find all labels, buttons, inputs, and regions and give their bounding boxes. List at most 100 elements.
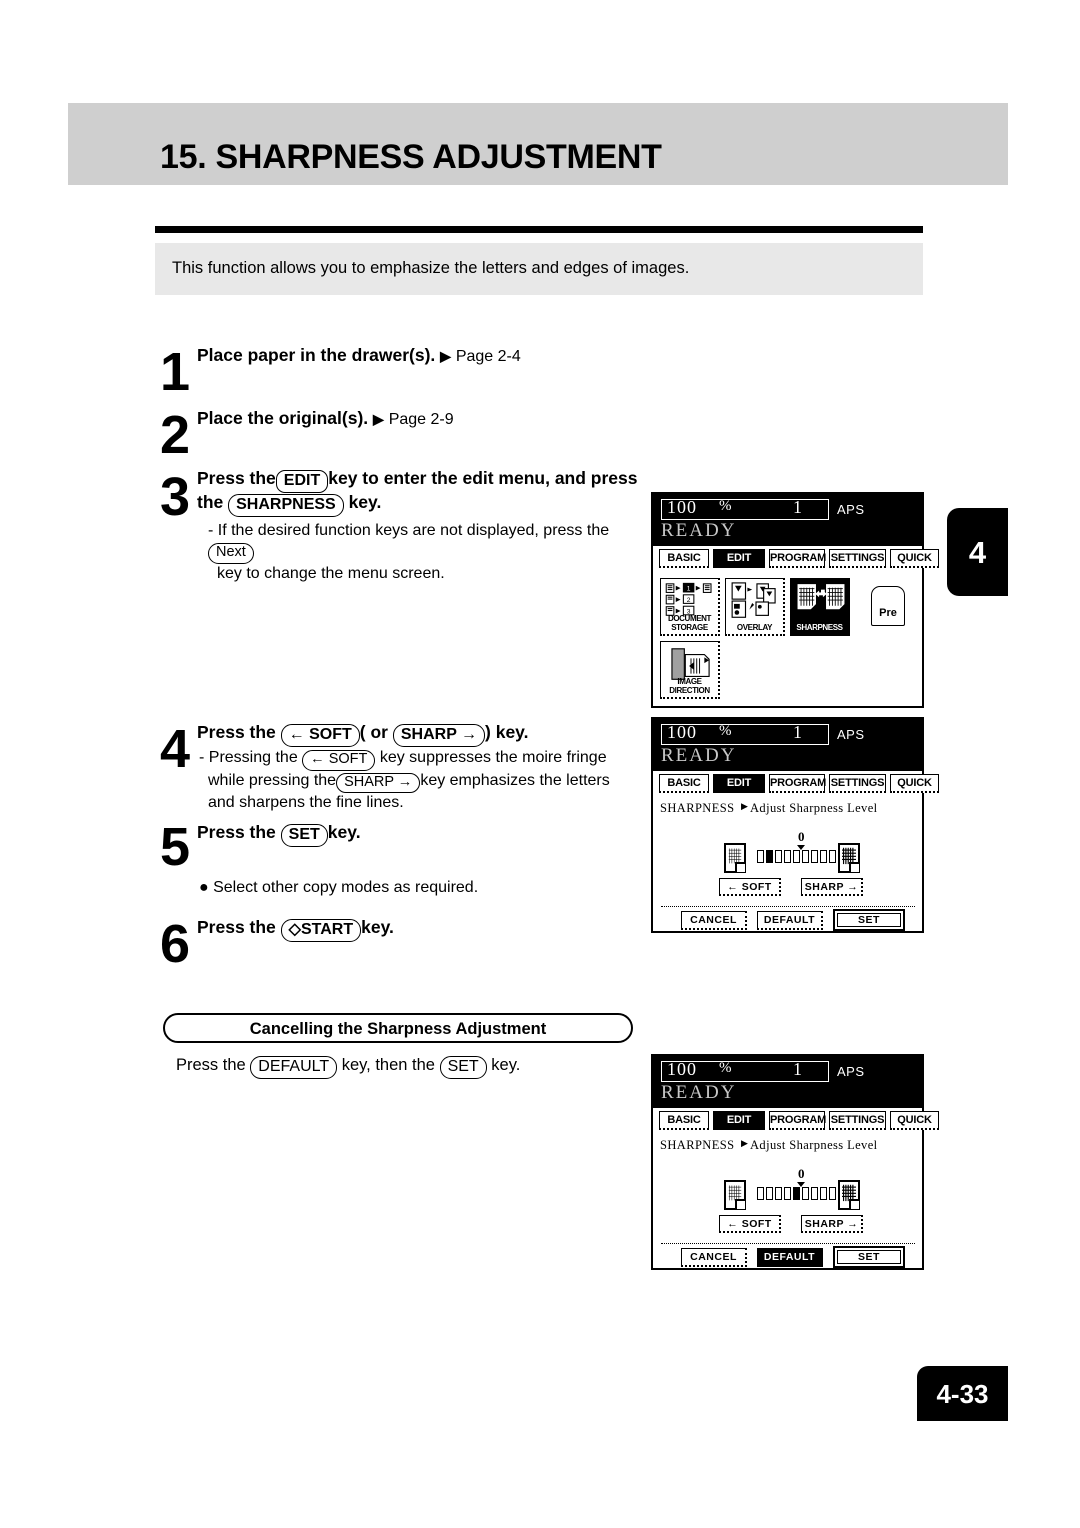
step-3-note-b: key to change the menu screen. xyxy=(217,565,445,583)
lcd2-sharpness-slider[interactable] xyxy=(757,850,836,863)
page-number-label: 4-33 xyxy=(936,1379,989,1409)
slider-cell-7[interactable] xyxy=(811,850,818,863)
sharpness-key-capsule: SHARPNESS xyxy=(228,494,344,517)
lcd2-tab-quick[interactable]: QUICK xyxy=(890,774,939,793)
sharpness-icon xyxy=(797,584,845,610)
step-5-text-b: key. xyxy=(327,822,361,842)
slider-cell-1[interactable] xyxy=(757,850,764,863)
tile-document-storage[interactable]: 1 2 3 DOCUMENT STORAGE xyxy=(660,578,720,636)
slider-cell-1[interactable] xyxy=(757,1187,764,1200)
slider-cell-9[interactable] xyxy=(829,850,836,863)
lcd1-tab-settings[interactable]: SETTINGS xyxy=(829,549,886,568)
lcd3-cancel-label: CANCEL xyxy=(690,1251,737,1263)
lcd3-set-label: SET xyxy=(858,1251,880,1263)
lcd3-sharp-button[interactable]: SHARP → xyxy=(801,1215,863,1233)
lcd2-default-button[interactable]: DEFAULT xyxy=(757,911,823,930)
step-3-text-d: key. xyxy=(348,492,382,512)
lcd2-tab-settings[interactable]: SETTINGS xyxy=(829,774,886,793)
lcd2-soft-preview-icon xyxy=(724,843,746,873)
lcd1-status-bar: 100 % 1 APS READY xyxy=(653,494,922,546)
tile-overlay[interactable]: OVERLAY xyxy=(725,578,785,636)
slider-cell-3[interactable] xyxy=(775,850,782,863)
step-2-page-ref: Page 2-9 xyxy=(388,411,454,428)
lcd2-sharp-button[interactable]: SHARP → xyxy=(801,878,863,896)
lcd2-tab-program[interactable]: PROGRAM xyxy=(769,774,826,793)
step-4-note-a: - Pressing the xyxy=(199,749,298,766)
lcd2-cancel-button[interactable]: CANCEL xyxy=(681,911,747,930)
lcd3-status-bar: 100 % 1 APS READY xyxy=(653,1056,922,1108)
slider-cell-4[interactable] xyxy=(784,1187,791,1200)
slider-cell-4[interactable] xyxy=(784,850,791,863)
lcd2-default-label: DEFAULT xyxy=(763,914,816,926)
sharp-key-capsule: SHARP → xyxy=(392,724,486,747)
slider-cell-8[interactable] xyxy=(820,1187,827,1200)
lcd-panel-sharpness-adjust: 100 % 1 APS READY BASIC EDIT PROGRAM SET… xyxy=(651,717,939,933)
lcd2-zoom-value: 100 xyxy=(667,722,697,742)
slider-cell-5[interactable] xyxy=(793,1187,800,1200)
lcd1-tab-basic[interactable]: BASIC xyxy=(659,549,709,568)
lcd3-instruction: Adjust Sharpness Level xyxy=(750,1138,878,1152)
slider-cell-2[interactable] xyxy=(766,850,773,863)
step-4-note-e: and sharpens the fine lines. xyxy=(208,794,404,812)
soft-doc-fold xyxy=(735,1199,745,1209)
slider-cell-2[interactable] xyxy=(766,1187,773,1200)
tile-sharpness[interactable]: SHARPNESS xyxy=(790,578,850,636)
lcd3-cancel-button[interactable]: CANCEL xyxy=(681,1248,747,1267)
slider-cell-9[interactable] xyxy=(829,1187,836,1200)
step-3-text-a: Press the xyxy=(197,468,276,488)
lcd1-zoom-value: 100 xyxy=(667,497,697,517)
lcd1-paper-mode: APS xyxy=(837,502,865,517)
tile-sharpness-label: SHARPNESS xyxy=(796,622,843,632)
lcd2-tab-basic[interactable]: BASIC xyxy=(659,774,709,793)
lcd3-set-button[interactable]: SET xyxy=(833,1246,905,1268)
lcd2-soft-button[interactable]: ← SOFT xyxy=(719,878,781,896)
lcd3-tab-basic[interactable]: BASIC xyxy=(659,1111,709,1130)
lcd2-copy-count: 1 xyxy=(793,722,802,742)
page-title: 15. SHARPNESS ADJUSTMENT xyxy=(160,138,662,176)
step-4-text-c: ) key. xyxy=(485,722,529,742)
cancelling-text-b: key, then the xyxy=(341,1056,435,1074)
step-4-note-b: key suppresses the moire fringe xyxy=(379,749,607,766)
horizontal-rule xyxy=(155,226,923,233)
lcd3-soft-button[interactable]: ← SOFT xyxy=(719,1215,781,1233)
lcd3-default-button[interactable]: DEFAULT xyxy=(757,1248,823,1267)
svg-text:2: 2 xyxy=(687,597,691,604)
slider-cell-3[interactable] xyxy=(775,1187,782,1200)
lcd1-tab-bar: BASIC EDIT PROGRAM SETTINGS QUICK xyxy=(653,546,939,572)
lcd-panel-edit-menu: 100 % 1 APS READY BASIC EDIT PROGRAM SET… xyxy=(651,492,939,708)
step-4-number: 4 xyxy=(160,719,191,779)
step-1-heading: Place paper in the drawer(s). ▶ Page 2-4 xyxy=(197,345,521,366)
step-3-note: - If the desired function keys are not d… xyxy=(208,521,653,585)
lcd3-tab-program[interactable]: PROGRAM xyxy=(769,1111,826,1130)
chapter-marker: 4 xyxy=(947,508,1008,596)
lcd3-tab-quick[interactable]: QUICK xyxy=(890,1111,939,1130)
lcd1-tab-edit[interactable]: EDIT xyxy=(713,549,765,568)
step-3-heading-line1: Press the EDIT key to enter the edit menu,… xyxy=(197,468,638,493)
lcd2-instruction: Adjust Sharpness Level xyxy=(750,801,878,815)
lcd1-tab-program[interactable]: PROGRAM xyxy=(769,549,826,568)
slider-cell-7[interactable] xyxy=(811,1187,818,1200)
step-1-arrow-icon: ▶ xyxy=(440,348,451,364)
slider-cell-6[interactable] xyxy=(802,850,809,863)
lcd2-sharp-button-label: SHARP → xyxy=(804,880,859,893)
slider-cell-5[interactable] xyxy=(793,850,800,863)
step-1-number: 1 xyxy=(160,342,191,402)
step-4-text-b: ( or xyxy=(359,722,388,742)
lcd3-tab-settings[interactable]: SETTINGS xyxy=(829,1111,886,1130)
lcd2-tab-edit[interactable]: EDIT xyxy=(713,774,765,793)
step-3-heading-line2: the SHARPNESS key. xyxy=(197,492,381,517)
chapter-marker-label: 4 xyxy=(968,535,987,570)
step-5-text-a: Press the xyxy=(197,822,276,842)
lcd1-copy-count: 1 xyxy=(793,497,802,517)
preview-tab-button[interactable]: Pre xyxy=(871,586,905,626)
lcd3-tab-edit[interactable]: EDIT xyxy=(713,1111,765,1130)
slider-cell-6[interactable] xyxy=(802,1187,809,1200)
lcd1-tab-quick[interactable]: QUICK xyxy=(890,549,939,568)
lcd-panel-sharpness-default: 100 % 1 APS READY BASIC EDIT PROGRAM SET… xyxy=(651,1054,939,1270)
tile-image-direction[interactable]: IMAGE DIRECTION xyxy=(660,641,720,699)
step-5-bullet: ● Select other copy modes as required. xyxy=(199,879,479,896)
slider-cell-8[interactable] xyxy=(820,850,827,863)
lcd2-set-button[interactable]: SET xyxy=(833,909,905,931)
lcd3-sharpness-slider[interactable] xyxy=(757,1187,836,1200)
soft-key-capsule: ← SOFT xyxy=(280,724,360,747)
